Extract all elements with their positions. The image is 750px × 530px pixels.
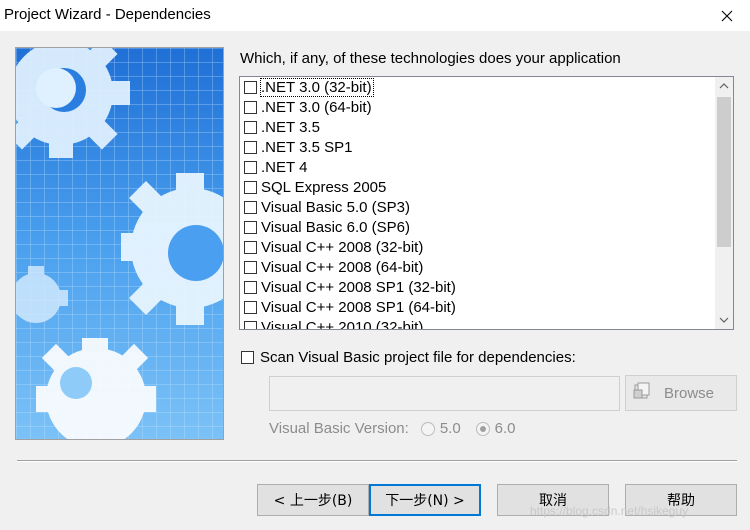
dependency-label: .NET 4 — [261, 158, 308, 176]
dependency-label: Visual Basic 5.0 (SP3) — [261, 198, 410, 216]
vertical-scrollbar[interactable] — [715, 77, 733, 329]
scroll-thumb[interactable] — [717, 97, 731, 247]
vb-version-label: Visual Basic Version: — [269, 420, 409, 437]
next-button[interactable]: 下一步(N) > — [369, 484, 481, 516]
radio-6-0[interactable] — [475, 421, 490, 436]
browse-button[interactable]: Browse — [625, 375, 737, 411]
dependency-checkbox[interactable] — [244, 220, 257, 234]
chevron-down-icon — [719, 317, 729, 323]
dependency-label: Visual C++ 2008 SP1 (32-bit) — [261, 278, 456, 296]
dependency-checkbox[interactable] — [244, 300, 257, 314]
dependency-label: Visual Basic 6.0 (SP6) — [261, 218, 410, 236]
dependency-list-item[interactable]: SQL Express 2005 — [240, 177, 716, 197]
dependencies-listbox[interactable]: .NET 3.0 (32-bit) .NET 3.0 (64-bit) .NET 3… — [239, 76, 734, 330]
dependency-list-item[interactable]: Visual C++ 2008 (64-bit) — [240, 257, 716, 277]
dependency-checkbox[interactable] — [244, 240, 257, 254]
dependency-checkbox[interactable] — [244, 180, 257, 194]
dependencies-list: .NET 3.0 (32-bit) .NET 3.0 (64-bit) .NET 3… — [240, 77, 716, 330]
dependency-list-item[interactable]: Visual Basic 6.0 (SP6) — [240, 217, 716, 237]
dependency-list-item[interactable]: Visual C++ 2008 SP1 (32-bit) — [240, 277, 716, 297]
dependency-label: .NET 3.5 SP1 — [261, 138, 353, 156]
wizard-banner-image — [15, 47, 224, 440]
browse-folder-icon — [633, 382, 650, 399]
radio-6-0-label: 6.0 — [494, 420, 516, 437]
scroll-up-button[interactable] — [715, 77, 733, 95]
dependency-list-item[interactable]: .NET 3.0 (32-bit) — [240, 77, 716, 97]
dependency-list-item[interactable]: Visual C++ 2010 (32-bit) — [240, 317, 716, 330]
back-button[interactable]: < 上一步(B) — [257, 484, 369, 516]
dependency-list-item[interactable]: Visual C++ 2008 SP1 (64-bit) — [240, 297, 716, 317]
vb-version-option-5[interactable]: 5.0 — [420, 420, 461, 437]
dependency-label: SQL Express 2005 — [261, 178, 387, 196]
dependency-list-item[interactable]: Visual Basic 5.0 (SP3) — [240, 197, 716, 217]
separator-line — [17, 460, 737, 462]
dependency-checkbox[interactable] — [244, 100, 257, 114]
scroll-down-button[interactable] — [715, 311, 733, 329]
dependencies-question: Which, if any, of these technologies doe… — [240, 50, 621, 67]
browse-label: Browse — [664, 384, 715, 402]
vb-project-path-field[interactable] — [269, 376, 620, 411]
radio-5-0[interactable] — [420, 421, 435, 436]
dependency-list-item[interactable]: Visual C++ 2008 (32-bit) — [240, 237, 716, 257]
watermark-text: https://blog.csdn.net/hsikeguy — [530, 504, 689, 518]
dependency-label: Visual C++ 2008 (32-bit) — [261, 238, 424, 256]
vb-version-group: Visual Basic Version: 5.0 6.0 — [269, 420, 516, 437]
dependency-checkbox[interactable] — [244, 260, 257, 274]
dependency-list-item[interactable]: .NET 3.0 (64-bit) — [240, 97, 716, 117]
dependency-checkbox[interactable] — [244, 200, 257, 214]
dependency-list-item[interactable]: .NET 3.5 — [240, 117, 716, 137]
vb-version-option-6[interactable]: 6.0 — [475, 420, 516, 437]
dependency-checkbox[interactable] — [244, 160, 257, 174]
window-title: Project Wizard - Dependencies — [4, 6, 211, 23]
dependency-label: .NET 3.0 (32-bit) — [260, 77, 374, 97]
dependency-label: Visual C++ 2008 (64-bit) — [261, 258, 424, 276]
close-button[interactable] — [704, 0, 750, 31]
scan-vb-checkbox[interactable] — [241, 351, 254, 364]
dependency-checkbox[interactable] — [244, 140, 257, 154]
dependency-checkbox[interactable] — [244, 80, 257, 94]
title-bar: Project Wizard - Dependencies — [0, 0, 750, 31]
dependency-label: Visual C++ 2008 SP1 (64-bit) — [261, 298, 456, 316]
dependency-checkbox[interactable] — [244, 320, 257, 329]
close-icon — [721, 10, 733, 21]
dependency-checkbox[interactable] — [244, 280, 257, 294]
scan-vb-project-option[interactable]: Scan Visual Basic project file for depen… — [241, 349, 576, 366]
chevron-up-icon — [719, 83, 729, 89]
dependency-label: Visual C++ 2010 (32-bit) — [261, 318, 424, 330]
radio-5-0-label: 5.0 — [439, 420, 461, 437]
dependency-list-item[interactable]: .NET 3.5 SP1 — [240, 137, 716, 157]
dependency-label: .NET 3.5 — [261, 118, 320, 136]
scan-vb-label: Scan Visual Basic project file for depen… — [260, 349, 576, 366]
dependency-label: .NET 3.0 (64-bit) — [261, 98, 372, 116]
dependency-checkbox[interactable] — [244, 120, 257, 134]
dependency-list-item[interactable]: .NET 4 — [240, 157, 716, 177]
